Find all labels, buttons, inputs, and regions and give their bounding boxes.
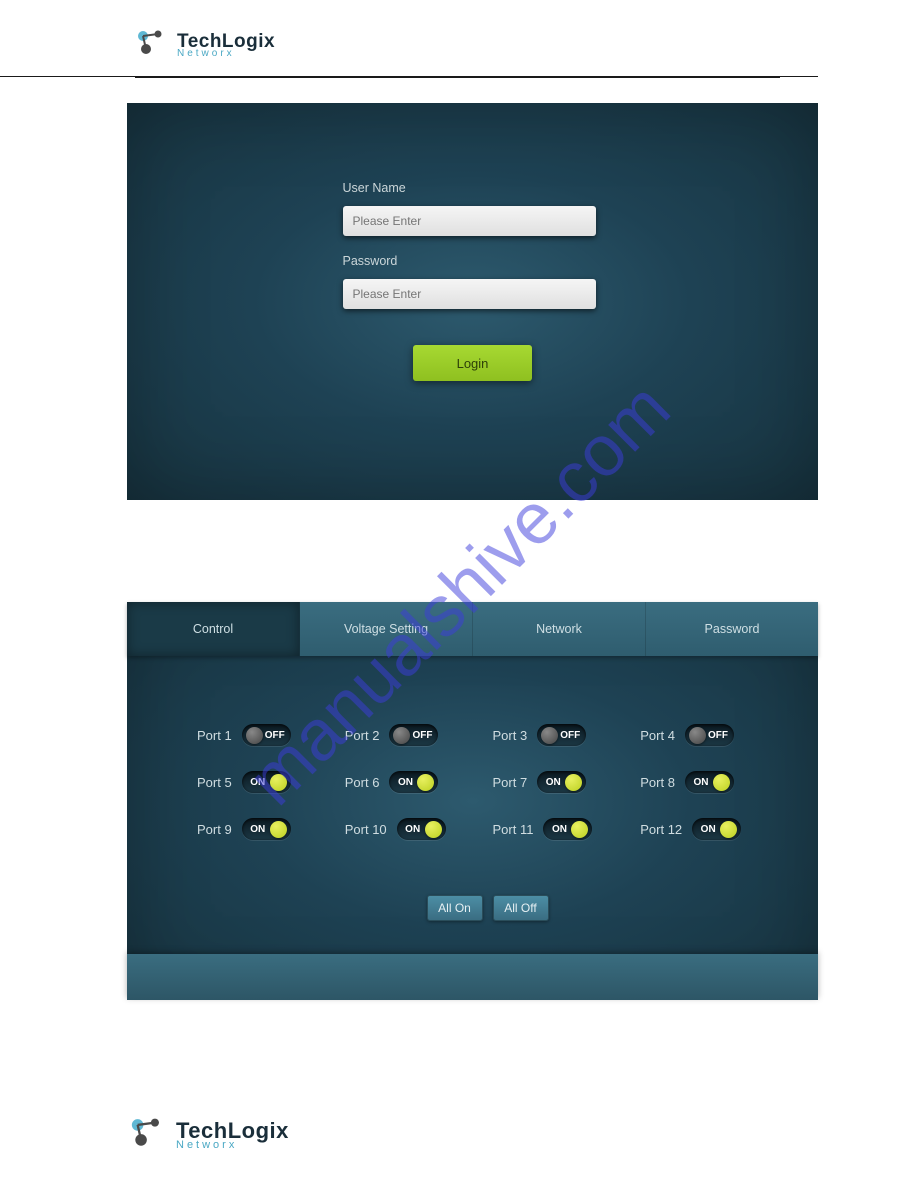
toggle-knob-icon	[720, 821, 737, 838]
port-label: Port 9	[197, 822, 232, 837]
toggle-knob-icon	[565, 774, 582, 791]
login-button[interactable]: Login	[413, 345, 532, 381]
port-toggle[interactable]: ON	[389, 771, 438, 793]
port-row: Port 5 ON	[197, 771, 335, 793]
port-label: Port 12	[640, 822, 682, 837]
brand-logo: TechLogix Networx	[135, 30, 818, 61]
port-grid: Port 1OFFPort 2OFFPort 3OFFPort 4OFFPort…	[197, 724, 778, 840]
techlogix-icon	[135, 30, 169, 61]
toggle-state-text: OFF	[410, 730, 434, 741]
toggle-knob-icon	[393, 727, 410, 744]
login-form: User Name Password Login	[343, 181, 603, 381]
port-row: Port 9 ON	[197, 818, 335, 840]
port-row: Port 4 OFF	[640, 724, 778, 746]
port-label: Port 5	[197, 775, 232, 790]
port-label: Port 8	[640, 775, 675, 790]
port-label: Port 10	[345, 822, 387, 837]
username-input[interactable]	[343, 206, 596, 236]
tab-bar: Control Voltage Setting Network Password	[127, 602, 818, 656]
toggle-knob-icon	[270, 821, 287, 838]
port-toggle[interactable]: OFF	[537, 724, 586, 746]
control-panel: Control Voltage Setting Network Password…	[127, 602, 818, 1000]
toggle-knob-icon	[246, 727, 263, 744]
toggle-state-text: OFF	[263, 730, 287, 741]
tab-password[interactable]: Password	[646, 602, 818, 656]
toggle-knob-icon	[270, 774, 287, 791]
username-label: User Name	[343, 181, 603, 195]
port-label: Port 7	[493, 775, 528, 790]
footer-logo: TechLogix Networx	[128, 1118, 289, 1153]
tab-control[interactable]: Control	[127, 602, 300, 656]
toggle-state-text: ON	[689, 777, 713, 788]
port-label: Port 2	[345, 728, 380, 743]
toggle-state-text: ON	[541, 777, 565, 788]
port-toggle[interactable]: OFF	[389, 724, 438, 746]
tab-network[interactable]: Network	[473, 602, 646, 656]
all-off-button[interactable]: All Off	[493, 895, 549, 921]
port-label: Port 11	[493, 822, 534, 837]
port-toggle[interactable]: OFF	[685, 724, 734, 746]
all-on-button[interactable]: All On	[427, 895, 483, 921]
port-label: Port 3	[493, 728, 528, 743]
toggle-state-text: ON	[401, 824, 425, 835]
login-panel: User Name Password Login	[127, 103, 818, 500]
toggle-knob-icon	[425, 821, 442, 838]
port-row: Port 3 OFF	[493, 724, 631, 746]
port-toggle[interactable]: ON	[242, 818, 291, 840]
port-row: Port 8 ON	[640, 771, 778, 793]
port-row: Port 12 ON	[640, 818, 778, 840]
port-toggle[interactable]: OFF	[242, 724, 291, 746]
port-row: Port 1 OFF	[197, 724, 335, 746]
port-label: Port 6	[345, 775, 380, 790]
password-label: Password	[343, 254, 603, 268]
port-toggle[interactable]: ON	[537, 771, 586, 793]
port-toggle[interactable]: ON	[685, 771, 734, 793]
port-toggle[interactable]: ON	[692, 818, 741, 840]
control-body: Port 1OFFPort 2OFFPort 3OFFPort 4OFFPort…	[127, 656, 818, 951]
toggle-knob-icon	[713, 774, 730, 791]
tab-voltage-setting[interactable]: Voltage Setting	[300, 602, 473, 656]
toggle-knob-icon	[541, 727, 558, 744]
toggle-state-text: ON	[393, 777, 417, 788]
port-row: Port 6 ON	[345, 771, 483, 793]
port-row: Port 7 ON	[493, 771, 631, 793]
port-toggle[interactable]: ON	[242, 771, 291, 793]
toggle-state-text: ON	[547, 824, 571, 835]
page-header: TechLogix Networx	[0, 0, 818, 77]
port-label: Port 4	[640, 728, 675, 743]
toggle-state-text: ON	[696, 824, 720, 835]
toggle-state-text: OFF	[558, 730, 582, 741]
panel-footer-bar	[127, 954, 818, 1000]
port-row: Port 10 ON	[345, 818, 483, 840]
toggle-state-text: ON	[246, 777, 270, 788]
toggle-knob-icon	[417, 774, 434, 791]
bulk-controls: All On All Off	[197, 895, 778, 921]
port-label: Port 1	[197, 728, 232, 743]
port-toggle[interactable]: ON	[543, 818, 592, 840]
toggle-state-text: OFF	[706, 730, 730, 741]
toggle-knob-icon	[689, 727, 706, 744]
password-input[interactable]	[343, 279, 596, 309]
brand-subtitle: Networx	[176, 1140, 289, 1151]
toggle-knob-icon	[571, 821, 588, 838]
port-row: Port 11 ON	[493, 818, 631, 840]
brand-subtitle: Networx	[177, 49, 275, 59]
techlogix-icon	[128, 1118, 168, 1153]
port-row: Port 2 OFF	[345, 724, 483, 746]
port-toggle[interactable]: ON	[397, 818, 446, 840]
toggle-state-text: ON	[246, 824, 270, 835]
